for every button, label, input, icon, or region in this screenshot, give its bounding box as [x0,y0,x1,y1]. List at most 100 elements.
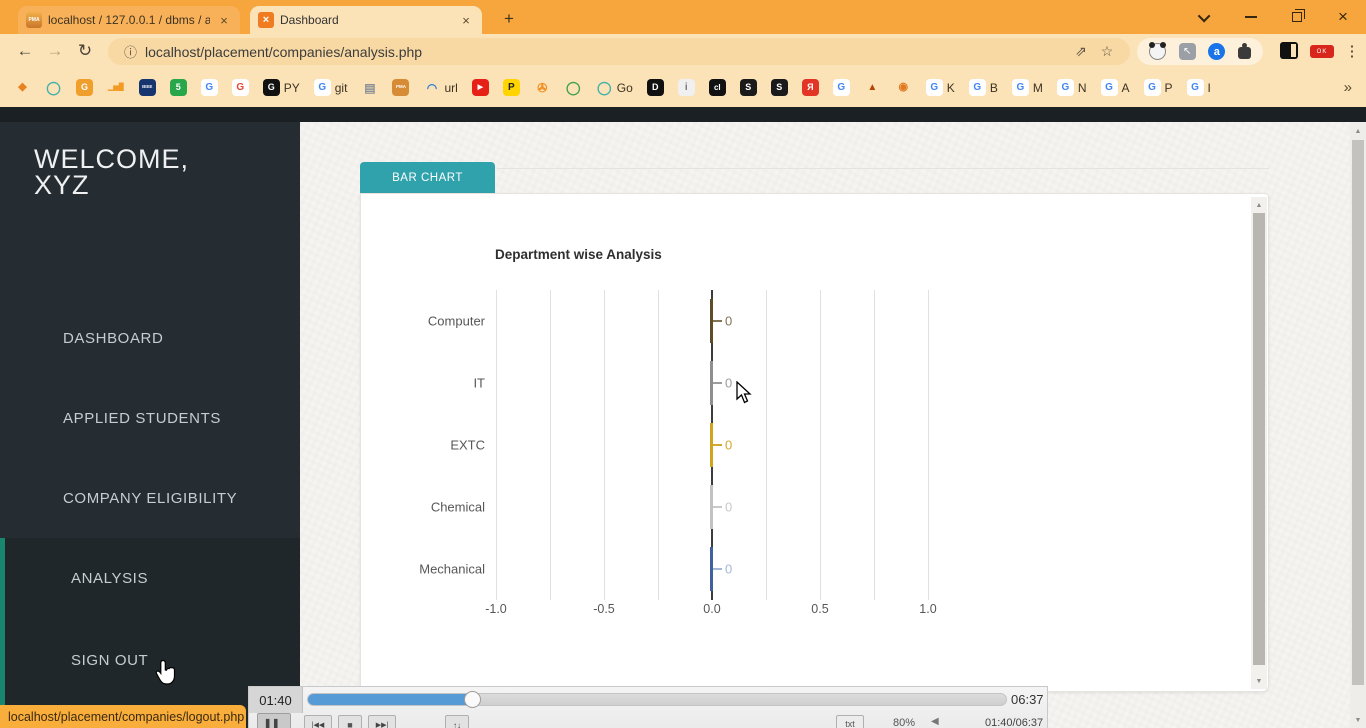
bookmark[interactable]: i [677,79,695,96]
pointer-extension-icon[interactable]: ↖ [1178,43,1196,60]
browser-toolbar: ← → ↻ ⓘ localhost/placement/companies/an… [0,34,1366,68]
bookmark[interactable]: IEEE [138,79,156,96]
minimize-icon [1245,16,1257,18]
bookmark[interactable]: ▁▅█ [107,79,125,96]
bookmark[interactable]: G PY [262,79,300,96]
tab-close-icon[interactable]: × [216,12,232,28]
address-bar[interactable]: ⓘ localhost/placement/companies/analysis… [108,38,1130,65]
tab-close-icon[interactable]: × [458,12,474,28]
close-window-button[interactable]: × [1320,0,1366,34]
sidebar-item[interactable]: SIGN OUT [71,652,148,669]
sidebar-item[interactable]: ANALYSIS [71,570,148,587]
bookmark[interactable]: G [76,79,93,96]
bookmark-favicon-icon: cl [708,79,726,96]
scroll-down-icon[interactable]: ▼ [1350,714,1366,726]
bookmark-label: A [1121,80,1130,95]
previous-button[interactable]: |◀◀ [304,715,332,728]
tab-dashboard[interactable]: × Dashboard × [250,6,482,34]
bookmark-favicon-icon: G [968,79,986,96]
bookmark[interactable]: G K [925,79,955,96]
minimize-button[interactable] [1228,0,1274,34]
bookmark[interactable]: P [502,79,520,96]
scroll-down-icon[interactable]: ▼ [1251,675,1267,687]
extensions-puzzle-icon[interactable] [1237,43,1251,59]
browser-tabstrip: PMA localhost / 127.0.0.1 / dbms / ad × … [0,0,1366,34]
card-scrollbar-thumb[interactable] [1253,213,1265,665]
bookmark[interactable]: PMA [392,79,410,96]
seek-bar[interactable] [307,691,1007,708]
bookmark[interactable]: ▶ [471,79,489,96]
stop-button[interactable]: ■ [338,715,362,728]
restore-icon [1292,9,1305,22]
scroll-up-icon[interactable]: ▲ [1350,125,1366,137]
bookmark[interactable]: S [739,79,757,96]
bookmark[interactable]: Я [801,79,819,96]
new-tab-button[interactable]: + [498,8,520,30]
forward-button[interactable]: → [40,37,70,65]
red-badge-extension-icon[interactable]: OK [1310,45,1334,58]
next-button[interactable]: ▶▶| [368,715,396,728]
bookmark[interactable]: 5 [169,79,187,96]
elapsed-time: 01:40 [249,687,303,713]
bookmark[interactable]: ◉ [895,79,912,96]
bookmark-favicon-icon: G [832,79,850,96]
restore-button[interactable] [1274,0,1320,34]
site-info-icon[interactable]: ⓘ [124,42,137,61]
seek-handle[interactable] [464,691,481,708]
bookmark[interactable]: D [646,79,664,96]
bookmark-label: I [1207,80,1211,95]
bookmark[interactable]: ◯ [45,79,62,96]
bookmark-favicon-icon: S [739,79,757,96]
bookmark[interactable]: ◆ [14,79,31,96]
phpmyadmin-favicon-icon: PMA [26,12,42,28]
bookmark[interactable]: ▲ [864,79,881,96]
bookmark[interactable]: G N [1056,79,1087,96]
reload-button[interactable]: ↻ [70,37,100,65]
sidebar-item[interactable]: APPLIED STUDENTS [63,410,221,427]
panda-extension-icon[interactable] [1149,42,1167,60]
browser-menu-icon[interactable]: ⋮ [1342,39,1362,63]
txt-button[interactable]: txt [836,715,864,728]
sidebar-item[interactable]: DASHBOARD [63,330,163,347]
extensions-pill: ↖ a [1137,38,1263,65]
bookmark[interactable]: G P [1143,79,1173,96]
bookmark[interactable]: G B [968,79,998,96]
bookmark[interactable]: G I [1186,79,1211,96]
x-axis-labels: -1.0 -0.5 0.0 0.5 1.0 [361,194,1251,691]
a-extension-icon[interactable]: a [1208,43,1226,60]
back-button[interactable]: ← [10,37,40,65]
bookmark-star-icon[interactable]: ☆ [1094,43,1120,60]
side-panel-icon[interactable] [1280,42,1298,59]
bookmark[interactable]: ◯ [565,79,582,96]
tab-phpmyadmin[interactable]: PMA localhost / 127.0.0.1 / dbms / ad × [18,6,240,34]
bookmark[interactable]: G [832,79,850,96]
bookmark[interactable]: ✇ [534,79,551,96]
bookmark[interactable]: G git [313,79,348,96]
bookmark[interactable]: ◯ Go [596,79,633,96]
pause-button[interactable]: ▌▌ [257,713,291,728]
bookmark[interactable]: G A [1100,79,1130,96]
bookmark[interactable]: S [770,79,788,96]
tab-bar-chart[interactable]: BAR CHART [360,162,495,193]
speed-button[interactable]: ↑↓ [445,715,469,728]
tab-row-divider [497,168,1269,169]
bookmark-favicon-icon: G [1100,79,1118,96]
speaker-icon[interactable]: ◀ [931,716,939,727]
bookmark[interactable]: G [231,79,249,96]
bookmark-label: git [334,80,348,95]
share-icon[interactable]: ⇗ [1068,43,1094,60]
bookmark-label: K [946,80,955,95]
bookmarks-overflow-icon[interactable]: » [1344,79,1352,96]
bookmark[interactable]: G [200,79,218,96]
bookmark-favicon-icon: 5 [169,79,187,96]
tab-search-chevron-icon[interactable] [1182,0,1228,34]
sidebar-item[interactable]: COMPANY ELIGIBILITY [63,490,237,507]
browser-scrollbar-thumb[interactable] [1352,140,1364,685]
bookmark[interactable]: ▤ [361,79,378,96]
scroll-up-icon[interactable]: ▲ [1251,199,1267,211]
bookmark-favicon-icon: ◆ [18,81,27,93]
bookmark[interactable]: ◠ url [423,79,458,96]
bookmark[interactable]: cl [708,79,726,96]
bookmark[interactable]: G M [1011,79,1043,96]
tab-title: Dashboard [280,13,339,27]
